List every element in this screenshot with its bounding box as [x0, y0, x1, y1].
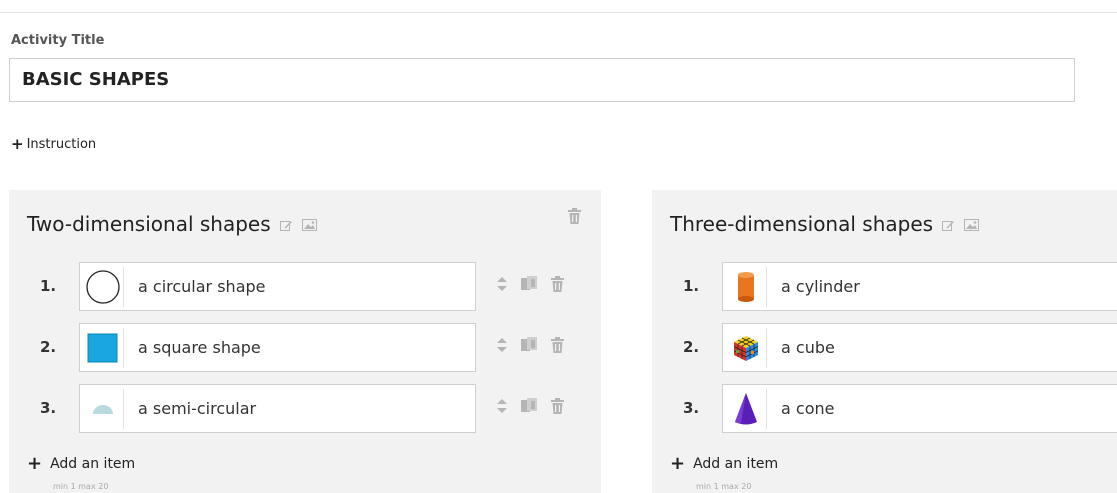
plus-icon: + [27, 453, 43, 474]
group-three-dimensional: Three-dimensional shapes 1. a cylinder 2… [652, 190, 1117, 493]
item-number: 2. [40, 338, 57, 356]
add-item-label: Add an item [693, 456, 779, 472]
item-input[interactable]: a cube [722, 323, 1117, 372]
item-tools [497, 276, 564, 292]
item-tools [497, 337, 564, 353]
reorder-icon[interactable] [497, 399, 507, 413]
image-icon[interactable] [964, 212, 980, 236]
item-text: a circular shape [138, 277, 266, 296]
item-input[interactable]: a square shape [79, 323, 476, 372]
item-number: 2. [683, 338, 700, 356]
item-text: a cube [781, 338, 835, 357]
add-instruction-label: Instruction [26, 137, 97, 152]
delete-item-icon[interactable] [551, 276, 564, 292]
delete-item-icon[interactable] [551, 337, 564, 353]
item-limits: min 1 max 20 [696, 482, 752, 491]
circle-outline-icon[interactable] [83, 266, 124, 307]
item-text: a semi-circular [138, 399, 257, 418]
plus-icon: + [11, 135, 24, 153]
item-text: a cone [781, 399, 835, 418]
blue-square-icon[interactable] [83, 327, 124, 368]
activity-title-input[interactable]: BASIC SHAPES [9, 58, 1075, 102]
item-number: 1. [40, 277, 57, 295]
item-limits: min 1 max 20 [53, 482, 109, 491]
edit-icon[interactable] [279, 212, 293, 236]
item-number: 3. [683, 399, 700, 417]
plus-icon: + [670, 453, 686, 474]
cylinder-icon[interactable] [726, 266, 767, 307]
list-item: 1. a cylinder [652, 262, 1117, 312]
group-title-text[interactable]: Three-dimensional shapes [670, 212, 933, 236]
list-item: 3. a semi-circular [9, 384, 601, 434]
add-instruction-link[interactable]: + Instruction [11, 135, 97, 153]
cone-icon[interactable] [726, 388, 767, 429]
item-input[interactable]: a cone [722, 384, 1117, 433]
duplicate-icon[interactable] [521, 276, 537, 292]
group-two-dimensional: Two-dimensional shapes 1. a circular sha… [9, 190, 601, 493]
list-item: 1. a circular shape [9, 262, 601, 312]
reorder-icon[interactable] [497, 338, 507, 352]
duplicate-icon[interactable] [521, 398, 537, 414]
add-item-button[interactable]: + Add an item [27, 455, 135, 473]
rubik-cube-icon[interactable] [726, 327, 767, 368]
group-title: Two-dimensional shapes [27, 212, 317, 236]
duplicate-icon[interactable] [521, 337, 537, 353]
semicircle-icon[interactable] [83, 388, 124, 429]
group-title-text[interactable]: Two-dimensional shapes [27, 212, 271, 236]
add-item-button[interactable]: + Add an item [670, 455, 778, 473]
edit-icon[interactable] [942, 212, 955, 236]
item-text: a square shape [138, 338, 261, 357]
group-title: Three-dimensional shapes [670, 212, 980, 236]
activity-title-label: Activity Title [11, 33, 105, 48]
item-number: 3. [40, 399, 57, 417]
image-icon[interactable] [301, 212, 317, 236]
delete-item-icon[interactable] [551, 398, 564, 414]
reorder-icon[interactable] [497, 277, 507, 291]
item-input[interactable]: a circular shape [79, 262, 476, 311]
item-tools [497, 398, 564, 414]
item-input[interactable]: a semi-circular [79, 384, 476, 433]
list-item: 2. a cube [652, 323, 1117, 373]
item-input[interactable]: a cylinder [722, 262, 1117, 311]
delete-group-icon[interactable] [568, 208, 581, 228]
item-number: 1. [683, 277, 700, 295]
list-item: 2. a square shape [9, 323, 601, 373]
item-text: a cylinder [781, 277, 860, 296]
top-divider [0, 12, 1117, 13]
add-item-label: Add an item [50, 456, 136, 472]
list-item: 3. a cone [652, 384, 1117, 434]
